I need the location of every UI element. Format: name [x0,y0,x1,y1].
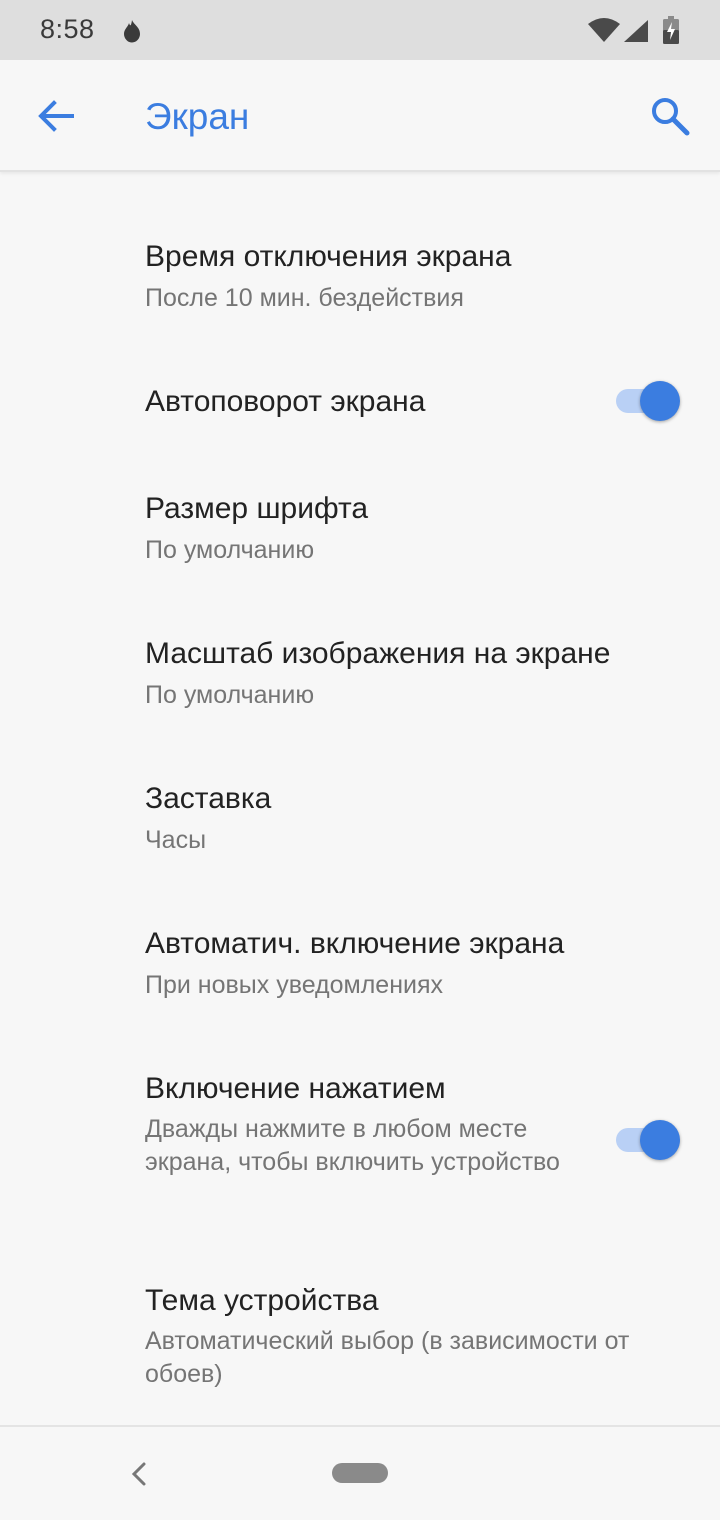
status-time: 8:58 [40,14,95,44]
setting-title: Время отключения экрана [145,240,512,273]
setting-title: Тема устройства [145,1284,379,1317]
setting-font-size[interactable]: Размер шрифта По умолчанию [0,464,720,594]
setting-subtitle: По умолчанию [145,536,315,564]
setting-title: Размер шрифта [145,492,369,525]
setting-title: Автоматич. включение экрана [145,927,565,960]
notification-flame-icon [118,18,146,51]
nav-home-pill-icon[interactable] [332,1463,388,1483]
setting-subtitle: Часы [145,826,207,854]
setting-screen-timeout[interactable]: Время отключения экрана После 10 мин. бе… [0,212,720,342]
wifi-icon [588,18,620,47]
setting-tap-to-wake[interactable]: Включение нажатием Дважды нажмите в любо… [0,1044,720,1224]
setting-auto-rotate[interactable]: Автоповорот экрана [0,357,720,457]
setting-screensaver[interactable]: Заставка Часы [0,754,720,884]
tap-to-wake-toggle[interactable] [614,1118,684,1162]
navigation-bar [0,1425,720,1520]
setting-display-size[interactable]: Масштаб изображения на экране По умолчан… [0,609,720,739]
page-title: Экран [145,96,250,137]
setting-ambient-display[interactable]: Автоматич. включение экрана При новых ув… [0,899,720,1029]
signal-icon [624,20,648,47]
auto-rotate-toggle[interactable] [614,379,684,423]
setting-title: Автоповорот экрана [145,385,426,418]
search-icon[interactable] [650,96,690,136]
setting-subtitle: Дважды нажмите в любом месте экрана, что… [145,1115,560,1176]
setting-title: Заставка [145,782,272,815]
toggle-thumb [640,381,680,421]
setting-title: Масштаб изображения на экране [145,637,611,670]
setting-subtitle: Автоматический выбор (в зависимости от о… [145,1327,630,1388]
battery-charging-icon [663,16,679,49]
setting-title: Включение нажатием [145,1072,446,1105]
setting-subtitle: При новых уведомлениях [145,971,444,999]
setting-subtitle: По умолчанию [145,681,315,709]
setting-device-theme[interactable]: Тема устройства Автоматический выбор (в … [0,1256,720,1416]
status-bar: 8:58 [0,0,720,60]
toggle-thumb [640,1120,680,1160]
app-bar: Экран [0,60,720,172]
nav-back-icon[interactable] [128,1461,150,1492]
arrow-back-icon[interactable] [36,96,76,136]
setting-subtitle: После 10 мин. бездействия [145,284,464,312]
